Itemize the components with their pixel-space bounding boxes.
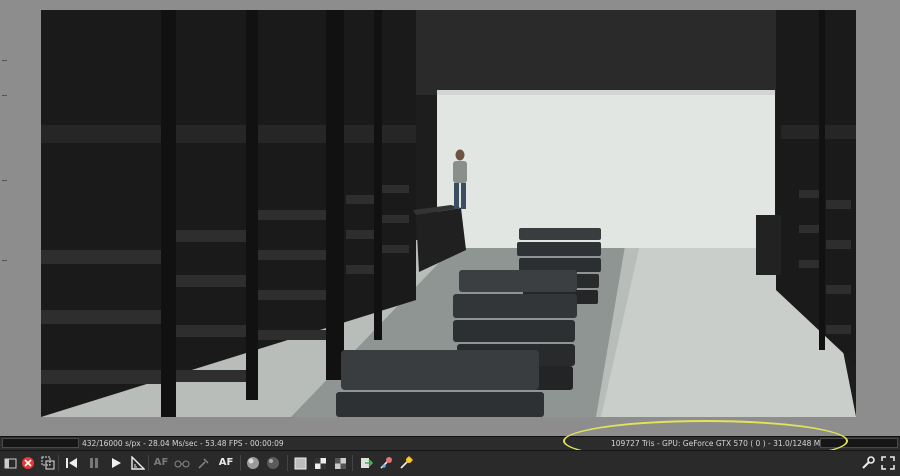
focus-picker-icon[interactable] — [196, 454, 212, 472]
render-viewport[interactable] — [41, 10, 856, 417]
ruler-tick — [2, 95, 7, 96]
toolbar-separator — [352, 455, 353, 471]
render-stats-text: 432/16000 s/px - 28.04 Ms/sec - 53.48 FP… — [82, 439, 284, 448]
toolbar-separator — [58, 455, 59, 471]
display-plain-icon[interactable] — [292, 454, 308, 472]
ruler-tick — [2, 260, 7, 261]
import-icon[interactable] — [358, 454, 374, 472]
toolbar-separator — [148, 455, 149, 471]
status-field-memory — [820, 438, 898, 448]
gpu-stats-text: 109727 Tris - GPU: GeForce GTX 570 ( 0 )… — [611, 439, 847, 448]
ruler-tick — [2, 180, 7, 181]
panel-toggle-icon[interactable] — [2, 454, 18, 472]
skip-to-start-icon[interactable] — [63, 454, 79, 472]
sphere-dark-icon[interactable] — [265, 454, 281, 472]
viewport-frame — [0, 0, 900, 436]
autofocus-active-icon[interactable]: AF — [218, 454, 234, 472]
status-bar: 432/16000 s/px - 28.04 Ms/sec - 53.48 FP… — [0, 436, 900, 450]
glasses-icon[interactable] — [174, 454, 190, 472]
toolbar-separator — [287, 455, 288, 471]
status-field-progress — [2, 438, 79, 448]
rendered-scene — [41, 10, 856, 417]
play-icon[interactable] — [108, 454, 124, 472]
display-checker-icon[interactable] — [312, 454, 328, 472]
settings-wrench-icon[interactable] — [860, 454, 876, 472]
region-render-icon[interactable] — [40, 454, 56, 472]
restart-render-icon[interactable] — [20, 454, 36, 472]
ruler-tick — [2, 60, 7, 61]
light-picker-icon[interactable] — [398, 454, 414, 472]
display-checker-alt-icon[interactable] — [332, 454, 348, 472]
ruler-icon[interactable] — [130, 454, 146, 472]
render-toolbar: AF AF — [0, 450, 900, 476]
material-picker-icon[interactable] — [378, 454, 394, 472]
pause-icon[interactable] — [86, 454, 102, 472]
toolbar-separator — [240, 455, 241, 471]
fullscreen-icon[interactable] — [880, 454, 896, 472]
autofocus-icon[interactable]: AF — [153, 454, 169, 472]
sphere-shaded-icon[interactable] — [245, 454, 261, 472]
